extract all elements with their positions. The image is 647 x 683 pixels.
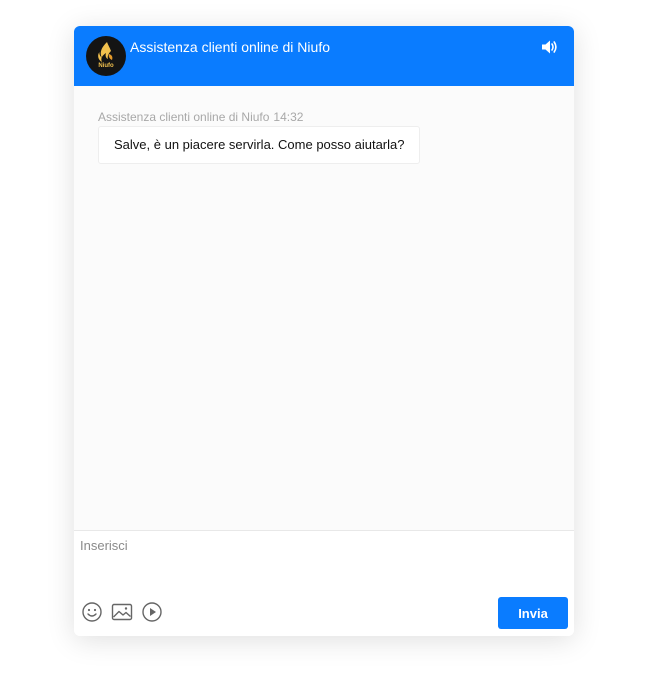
message-sender: Assistenza clienti online di Niufo [98, 110, 270, 124]
send-button[interactable]: Invia [498, 597, 568, 629]
composer: Invia [74, 531, 574, 636]
speaker-volume-icon[interactable] [541, 39, 559, 55]
message-meta: Assistenza clienti online di Niufo 14:32 [98, 110, 303, 124]
image-icon[interactable] [111, 601, 133, 623]
message-list[interactable]: Assistenza clienti online di Niufo 14:32 … [74, 86, 574, 531]
brand-logo: Niufo [86, 36, 126, 76]
message-bubble: Salve, è un piacere servirla. Come posso… [98, 126, 421, 164]
message-time: 14:32 [273, 110, 304, 124]
logo-text: Niufo [98, 63, 114, 69]
emoji-icon[interactable] [81, 601, 103, 623]
header-title: Assistenza clienti online di Niufo [130, 39, 330, 55]
niufo-flame-logo-icon [98, 42, 113, 62]
chat-window: Niufo Assistenza clienti online di Niufo… [74, 26, 574, 636]
video-icon[interactable] [141, 601, 163, 623]
chat-header: Niufo Assistenza clienti online di Niufo [74, 26, 574, 86]
message-input[interactable] [74, 531, 566, 597]
